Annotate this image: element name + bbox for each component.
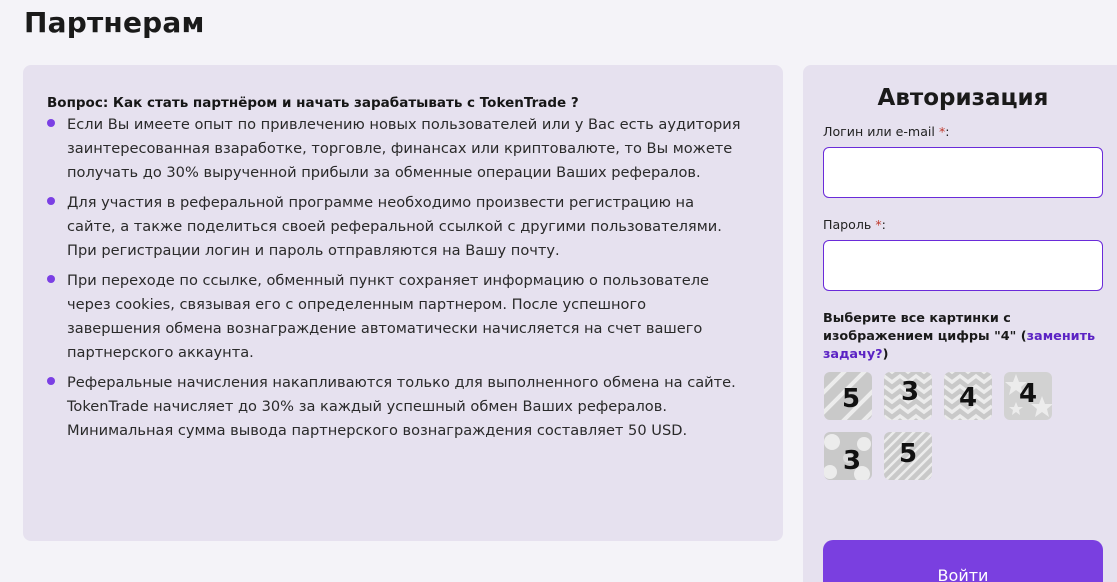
- captcha-tile[interactable]: 3: [824, 432, 872, 480]
- info-item: Реферальные начисления накапливаются тол…: [47, 371, 759, 443]
- captcha-digit: 4: [958, 383, 978, 413]
- captcha-tile[interactable]: 3: [884, 372, 932, 420]
- captcha-tile[interactable]: 4: [1004, 372, 1052, 420]
- captcha-tile[interactable]: 5: [884, 432, 932, 480]
- info-item-line: партнерского аккаунта.: [67, 344, 254, 361]
- bullet-dot-icon: [47, 119, 55, 127]
- info-item-line: получать до 30% вырученной прибыли за об…: [67, 164, 701, 181]
- login-label: Логин или e-mail *:: [823, 124, 1117, 139]
- bullet-dot-icon: [47, 377, 55, 385]
- captcha-tile[interactable]: 5: [824, 372, 872, 420]
- info-item: Если Вы имеете опыт по привлечению новых…: [47, 113, 759, 185]
- captcha-tile[interactable]: 4: [944, 372, 992, 420]
- captcha-suffix: ): [882, 347, 889, 362]
- page-title: Партнерам: [24, 6, 205, 39]
- info-item-line: Если Вы имеете опыт по привлечению новых…: [67, 116, 741, 133]
- password-label: Пароль *:: [823, 217, 1117, 232]
- info-item: При переходе по ссылке, обменный пункт с…: [47, 269, 759, 365]
- info-item-line: заинтересованная взаработке, торговле, ф…: [67, 140, 733, 157]
- password-label-text: Пароль: [823, 217, 872, 232]
- info-item-line: При регистрации логин и пароль отправляю…: [67, 242, 560, 259]
- captcha-prefix: Выберите все картинки с изображением циф…: [823, 311, 1027, 344]
- info-item-line: сайте, а также поделиться своей рефераль…: [67, 218, 722, 235]
- info-item-line: TokenTrade начисляет до 30% за каждый ус…: [67, 398, 667, 415]
- info-item-line: через cookies, связывая его с определенн…: [67, 296, 647, 313]
- info-item: Для участия в реферальной программе необ…: [47, 191, 759, 263]
- login-input[interactable]: [823, 147, 1103, 198]
- captcha-instruction: Выберите все картинки с изображением циф…: [823, 310, 1098, 364]
- info-item-line: Минимальная сумма вывода партнерского во…: [67, 422, 688, 439]
- partner-info-card: Вопрос: Как стать партнёром и начать зар…: [23, 65, 783, 541]
- info-item-line: Реферальные начисления накапливаются тол…: [67, 374, 736, 391]
- bullet-dot-icon: [47, 197, 55, 205]
- captcha-digit: 4: [1018, 379, 1038, 409]
- faq-question: Вопрос: Как стать партнёром и начать зар…: [47, 95, 579, 111]
- captcha-grid: 5 3 4 4 3 5: [824, 372, 1064, 492]
- info-item-line: завершения обмена вознаграждение автомат…: [67, 320, 703, 337]
- info-list: Если Вы имеете опыт по привлечению новых…: [47, 113, 759, 443]
- captcha-digit: 5: [898, 439, 918, 469]
- auth-title: Авторизация: [877, 85, 1049, 111]
- auth-card: Авторизация Логин или e-mail *: Пароль *…: [803, 65, 1117, 582]
- captcha-digit: 3: [842, 446, 862, 476]
- label-colon: :: [945, 124, 950, 139]
- login-button[interactable]: Войти: [823, 540, 1103, 582]
- login-label-text: Логин или e-mail: [823, 124, 935, 139]
- password-input[interactable]: [823, 240, 1103, 291]
- captcha-digit: 3: [900, 377, 920, 407]
- info-item-line: Для участия в реферальной программе необ…: [67, 194, 695, 211]
- info-item-line: При переходе по ссылке, обменный пункт с…: [67, 272, 710, 289]
- label-colon: :: [881, 217, 886, 232]
- captcha-digit: 5: [841, 384, 861, 414]
- bullet-dot-icon: [47, 275, 55, 283]
